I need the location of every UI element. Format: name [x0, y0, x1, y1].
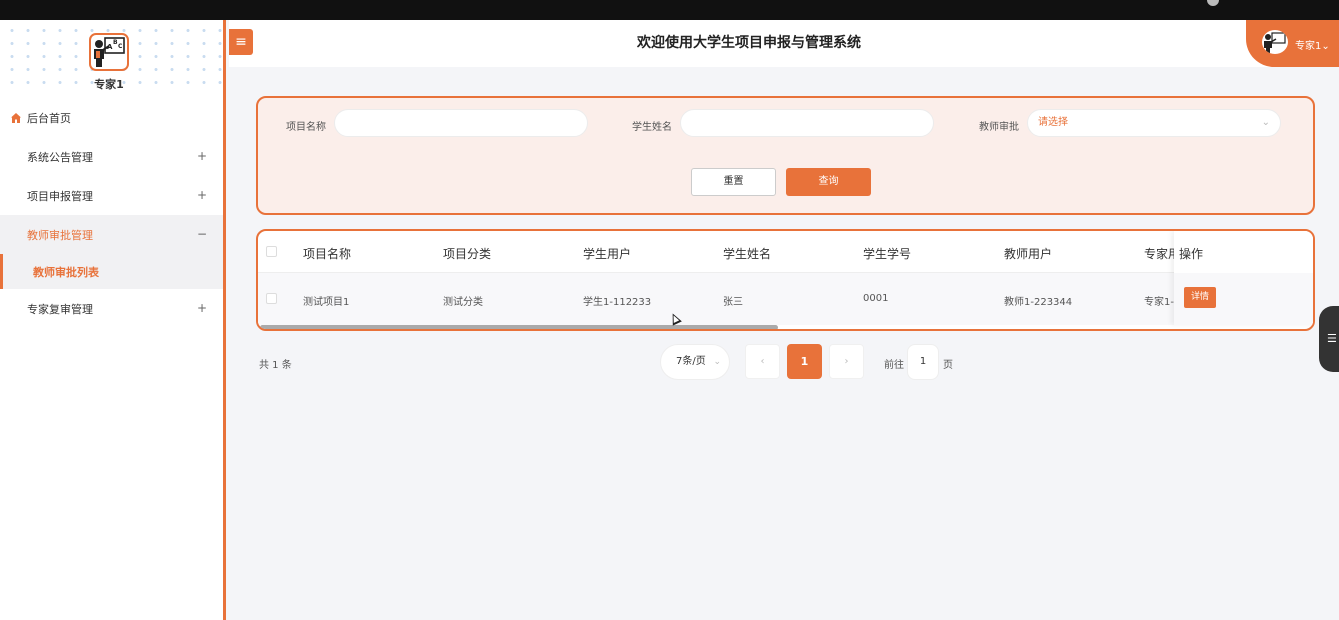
sidebar-item-home[interactable]: 后台首页 — [0, 98, 223, 137]
query-button[interactable]: 查询 — [786, 168, 871, 196]
user-name: 专家1⌄ — [1295, 41, 1330, 52]
column-header: 项目名称 — [303, 247, 352, 261]
search-panel: 项目名称 学生姓名 教师审批 请选择 ⌄ 重置 查询 — [256, 96, 1315, 215]
sidebar-item-announcements[interactable]: 系统公告管理 + — [0, 137, 223, 176]
project-name-label: 项目名称 — [286, 122, 326, 133]
home-icon — [11, 112, 21, 123]
page-size-value: 7条/页 — [676, 356, 706, 367]
grid-icon — [10, 303, 22, 315]
sidebar-item-expert-review[interactable]: 专家复审管理 + — [0, 289, 223, 328]
table-header: 项目名称 项目分类 学生用户 学生姓名 学生学号 教师用户 专家用 — [258, 231, 1313, 273]
select-all-checkbox[interactable] — [266, 246, 277, 257]
goto-page-input[interactable]: 1 — [907, 344, 939, 380]
sidebar-menu: 后台首页 系统公告管理 + 项目申报管理 + 教师审批管理 − 教师审批列表 专… — [0, 98, 223, 328]
page-size-select[interactable]: 7条/页 ⌄ — [660, 344, 730, 380]
indicator-dot — [1207, 0, 1219, 6]
page-title: 欢迎使用大学生项目申报与管理系统 — [637, 35, 861, 51]
expand-icon[interactable]: + — [197, 301, 207, 315]
column-header: 项目分类 — [443, 247, 492, 261]
data-table: 项目名称 项目分类 学生用户 学生姓名 学生学号 教师用户 专家用 测试项目1 … — [256, 229, 1315, 331]
column-header: 学生学号 — [863, 247, 912, 261]
table-cell: 测试项目1 — [303, 297, 350, 308]
detail-button[interactable]: 详情 — [1184, 287, 1216, 308]
teacher-approval-select[interactable]: 请选择 ⌄ — [1027, 109, 1281, 137]
next-page-button[interactable]: › — [829, 344, 864, 379]
floating-tool-icon[interactable]: ☰ — [1319, 306, 1339, 372]
sidebar-item-label: 系统公告管理 — [27, 150, 93, 164]
total-count: 共 1 条 — [259, 360, 292, 371]
chevron-down-icon: ⌄ — [1261, 117, 1270, 128]
reset-button[interactable]: 重置 — [691, 168, 776, 196]
chevron-down-icon: ⌄ — [1321, 41, 1330, 52]
sidebar-item-label: 专家复审管理 — [27, 302, 93, 316]
table-cell: 教师1-223344 — [1004, 297, 1073, 308]
select-placeholder: 请选择 — [1038, 117, 1068, 128]
grid-icon — [10, 151, 22, 163]
expand-icon[interactable]: + — [197, 188, 207, 202]
table-cell: 0001 — [863, 293, 889, 304]
sidebar-item-teacher-approval[interactable]: 教师审批管理 − — [0, 215, 223, 254]
goto-label: 前往 — [884, 360, 904, 371]
row-checkbox[interactable] — [266, 293, 277, 304]
expand-icon[interactable]: + — [197, 149, 207, 163]
table-cell: 测试分类 — [443, 297, 483, 308]
sidebar-subitem-approval-list[interactable]: 教师审批列表 — [0, 254, 223, 289]
table-cell: 学生1-112233 — [583, 297, 652, 308]
student-name-label: 学生姓名 — [632, 122, 672, 133]
sidebar-header: A B C 专家1 — [0, 20, 223, 92]
column-header: 教师用户 — [1004, 247, 1053, 261]
teacher-approval-label: 教师审批 — [979, 122, 1019, 133]
teacher-avatar-icon: A B C — [94, 37, 125, 67]
top-header: ≡ 欢迎使用大学生项目申报与管理系统 专家1⌄ — [229, 20, 1339, 67]
column-header: 学生用户 — [583, 247, 632, 261]
horizontal-scrollbar[interactable] — [260, 325, 778, 329]
sidebar-item-label: 项目申报管理 — [27, 189, 93, 203]
table-cell: 专家1- — [1144, 297, 1174, 308]
column-header: 学生姓名 — [723, 247, 772, 261]
table-row[interactable]: 测试项目1 测试分类 学生1-112233 张三 0001 教师1-223344… — [258, 273, 1313, 325]
sidebar-user-name: 专家1 — [94, 78, 124, 91]
grid-icon — [10, 190, 22, 202]
top-strip — [0, 0, 1339, 20]
grid-icon — [10, 229, 22, 241]
actions-column: 操作 详情 — [1174, 231, 1313, 325]
sidebar-item-label: 后台首页 — [27, 111, 71, 125]
project-name-input[interactable] — [334, 109, 588, 137]
table-cell: 张三 — [723, 297, 743, 308]
collapse-icon[interactable]: − — [197, 227, 207, 241]
svg-text:C: C — [118, 43, 123, 50]
avatar: A B C — [89, 33, 129, 71]
page-unit-label: 页 — [943, 360, 953, 371]
prev-page-button[interactable]: ‹ — [745, 344, 780, 379]
chevron-down-icon: ⌄ — [713, 357, 721, 367]
sidebar: A B C 专家1 后台首页 系统公告管理 + 项目申报管理 + 教师审批管理 … — [0, 20, 226, 620]
user-avatar-icon — [1262, 30, 1288, 54]
sidebar-item-project-apply[interactable]: 项目申报管理 + — [0, 176, 223, 215]
sidebar-item-label: 教师审批管理 — [27, 228, 93, 242]
user-menu[interactable]: 专家1⌄ — [1246, 20, 1339, 67]
column-header: 操作 — [1179, 247, 1204, 261]
student-name-input[interactable] — [680, 109, 934, 137]
page-number-current[interactable]: 1 — [787, 344, 822, 379]
actions-cell: 详情 — [1174, 273, 1313, 325]
